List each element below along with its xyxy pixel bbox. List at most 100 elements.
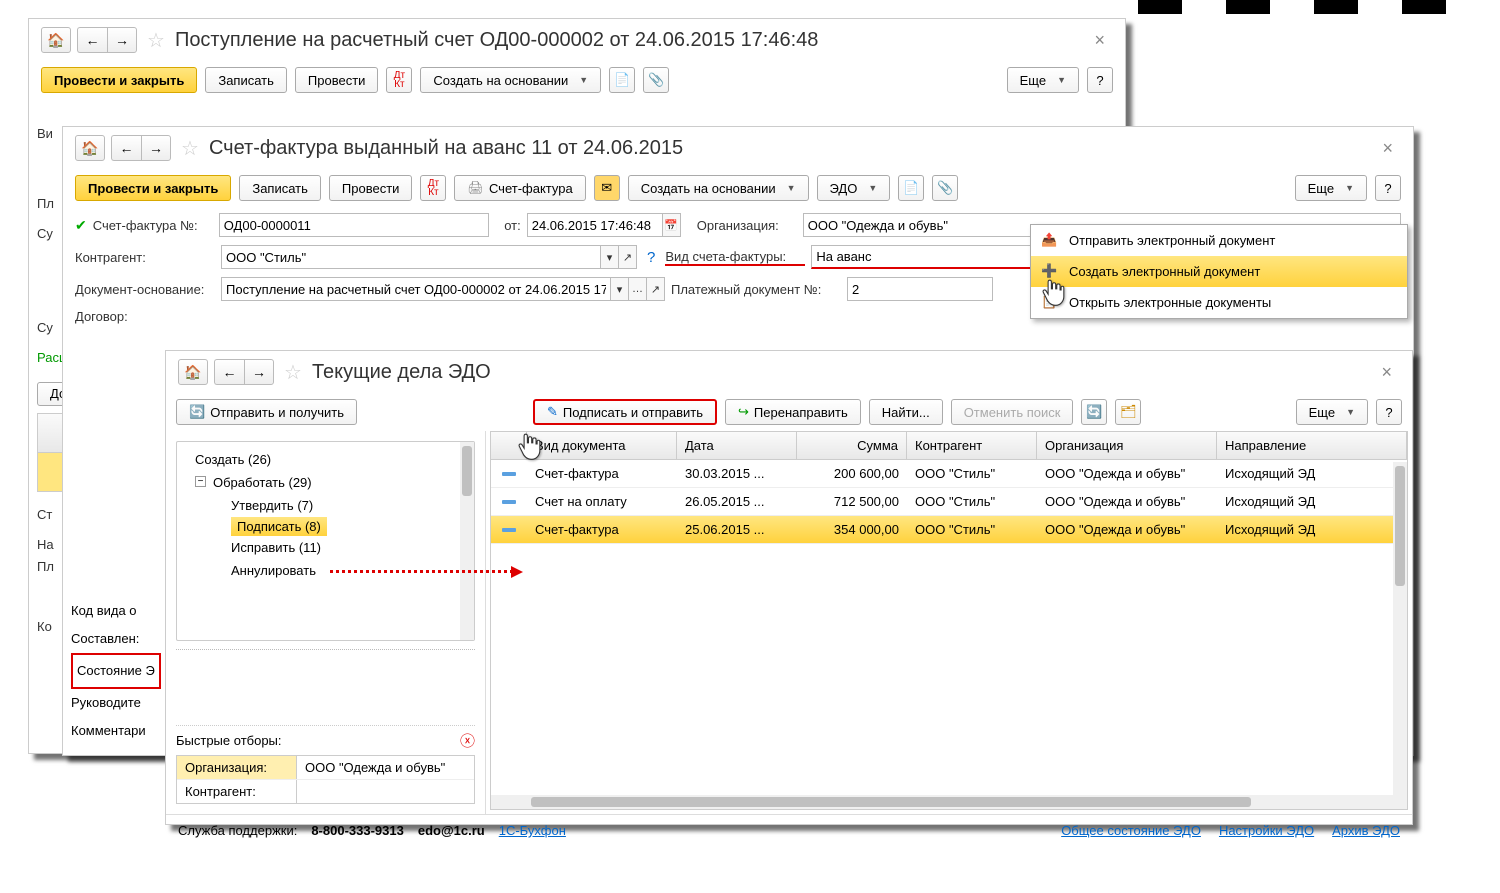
date-field[interactable]: [527, 213, 663, 237]
task-tree[interactable]: Создать (26) −Обработать (29) Утвердить …: [176, 441, 475, 641]
favorite-icon[interactable]: ☆: [284, 360, 302, 385]
sign-and-send-button[interactable]: ✎Подписать и отправить: [533, 399, 717, 425]
post-and-close-button[interactable]: Провести и закрыть: [75, 175, 231, 201]
scrollbar-h[interactable]: [491, 795, 1393, 809]
home-icon[interactable]: 🏠: [41, 27, 71, 53]
dropdown-icon[interactable]: ▾: [611, 277, 629, 301]
col-date[interactable]: Дата: [677, 432, 797, 459]
col-doc-type[interactable]: Вид документа: [527, 432, 677, 459]
help-icon[interactable]: ?: [1376, 399, 1402, 425]
edo-settings-link[interactable]: Настройки ЭДО: [1219, 823, 1314, 838]
more-button[interactable]: Еще: [1295, 175, 1367, 201]
ellipsis-icon[interactable]: …: [629, 277, 647, 301]
col-direction[interactable]: Направление: [1217, 432, 1407, 459]
save-button[interactable]: Записать: [239, 175, 321, 201]
state-edo-label: Состояние Э: [71, 653, 161, 689]
cancel-search-button[interactable]: Отменить поиск: [951, 399, 1074, 425]
payment-doc-field[interactable]: [847, 277, 993, 301]
help-icon[interactable]: ?: [1087, 67, 1113, 93]
more-button[interactable]: Еще: [1296, 399, 1368, 425]
tree-node-approve[interactable]: Утвердить (7): [177, 494, 474, 517]
documents-grid[interactable]: Вид документа Дата Сумма Контрагент Орга…: [490, 431, 1408, 810]
send-receive-button[interactable]: 🔄Отправить и получить: [176, 399, 357, 425]
help-icon[interactable]: ?: [1375, 175, 1401, 201]
refresh-icon[interactable]: 🔄: [1081, 399, 1107, 425]
edo-status-link[interactable]: Общее состояние ЭДО: [1061, 823, 1201, 838]
menu-create-edoc[interactable]: ➕Создать электронный документ: [1031, 256, 1407, 287]
tree-node-create[interactable]: Создать (26): [177, 448, 474, 471]
counterparty-field[interactable]: [221, 245, 601, 269]
redirect-button[interactable]: ↪Перенаправить: [725, 399, 861, 425]
dtkt-icon[interactable]: ДтКт: [386, 67, 412, 93]
tree-node-sign[interactable]: Подписать (8): [231, 517, 327, 536]
report-icon[interactable]: 📄: [898, 175, 924, 201]
close-icon[interactable]: ×: [1086, 30, 1113, 51]
close-icon[interactable]: ×: [1373, 362, 1400, 383]
favorite-icon[interactable]: ☆: [181, 136, 199, 161]
home-icon[interactable]: 🏠: [178, 359, 208, 385]
qf-table[interactable]: Организация:ООО "Одежда и обувь" Контраг…: [176, 755, 475, 804]
open-icon[interactable]: ↗: [647, 277, 665, 301]
tree-label: Обработать (29): [213, 475, 312, 490]
mail-icon[interactable]: ✉: [594, 175, 620, 201]
edo-archive-link[interactable]: Архив ЭДО: [1332, 823, 1400, 838]
post-button[interactable]: Провести: [329, 175, 413, 201]
label: Счет-фактура: [489, 181, 573, 196]
clear-filters-icon[interactable]: ⓧ: [460, 730, 475, 751]
dtkt-icon[interactable]: ДтКт: [420, 175, 446, 201]
close-icon[interactable]: ×: [1374, 138, 1401, 159]
row-icon: [491, 516, 527, 543]
tree-node-fix[interactable]: Исправить (11): [177, 536, 474, 559]
create-based-button[interactable]: Создать на основании: [628, 175, 809, 201]
date-label: от:: [495, 218, 521, 233]
table-row[interactable]: Счет-фактура 25.06.2015 ... 354 000,00 О…: [491, 516, 1407, 544]
post-button[interactable]: Провести: [295, 67, 379, 93]
favorite-icon[interactable]: ☆: [147, 28, 165, 53]
table-row[interactable]: Счет-фактура 30.03.2015 ... 200 600,00 О…: [491, 460, 1407, 488]
post-and-close-button[interactable]: Провести и закрыть: [41, 67, 197, 93]
attach-icon[interactable]: 📎: [932, 175, 958, 201]
create-based-button[interactable]: Создать на основании: [420, 67, 601, 93]
col-sum[interactable]: Сумма: [797, 432, 907, 459]
back-icon[interactable]: ←: [214, 359, 244, 385]
col-org[interactable]: Организация: [1037, 432, 1217, 459]
attach-icon[interactable]: 📎: [643, 67, 669, 93]
base-doc-field[interactable]: [221, 277, 611, 301]
cell-org: ООО "Одежда и обувь": [1037, 488, 1217, 515]
col-counterparty[interactable]: Контрагент: [907, 432, 1037, 459]
titlebar: 🏠 ← → ☆ Поступление на расчетный счет ОД…: [29, 19, 1125, 61]
label-fragment: Составлен:: [71, 625, 161, 653]
label-fragment: Комментари: [71, 717, 161, 745]
report-icon[interactable]: 📄: [609, 67, 635, 93]
open-icon[interactable]: ↗: [619, 245, 637, 269]
more-button[interactable]: Еще: [1007, 67, 1079, 93]
save-button[interactable]: Записать: [205, 67, 287, 93]
print-invoice-button[interactable]: 🖨Счет-фактура: [454, 175, 585, 201]
qf-org-value[interactable]: ООО "Одежда и обувь": [297, 756, 474, 779]
calendar-icon[interactable]: 📅: [663, 213, 681, 237]
cell-sum: 712 500,00: [797, 488, 907, 515]
tree-icon[interactable]: 🗂: [1115, 399, 1141, 425]
find-button[interactable]: Найти...: [869, 399, 943, 425]
plus-icon: ➕: [1041, 263, 1057, 279]
edo-button[interactable]: ЭДО: [817, 175, 891, 201]
qf-ka-value[interactable]: [297, 780, 474, 803]
buhfon-link[interactable]: 1С-Бухфон: [499, 823, 566, 838]
forward-icon[interactable]: →: [107, 27, 137, 53]
dropdown-icon[interactable]: ▾: [601, 245, 619, 269]
forward-icon[interactable]: →: [141, 135, 171, 161]
menu-send-edoc[interactable]: 📤Отправить электронный документ: [1031, 225, 1407, 256]
home-icon[interactable]: 🏠: [75, 135, 105, 161]
menu-open-edocs[interactable]: 📋Открыть электронные документы: [1031, 287, 1407, 318]
tree-node-process[interactable]: −Обработать (29): [177, 471, 474, 494]
invoice-number-field[interactable]: [219, 213, 489, 237]
forward-icon[interactable]: →: [244, 359, 274, 385]
back-icon[interactable]: ←: [111, 135, 141, 161]
back-icon[interactable]: ←: [77, 27, 107, 53]
table-row[interactable]: Счет на оплату 26.05.2015 ... 712 500,00…: [491, 488, 1407, 516]
info-icon[interactable]: ?: [647, 249, 655, 266]
scrollbar[interactable]: [460, 442, 474, 640]
form-area: Ви Пл Су Су Расшифр Добавить N 1 Ст На П…: [29, 99, 1125, 111]
collapse-icon[interactable]: −: [195, 476, 206, 487]
scrollbar[interactable]: [1393, 462, 1407, 809]
